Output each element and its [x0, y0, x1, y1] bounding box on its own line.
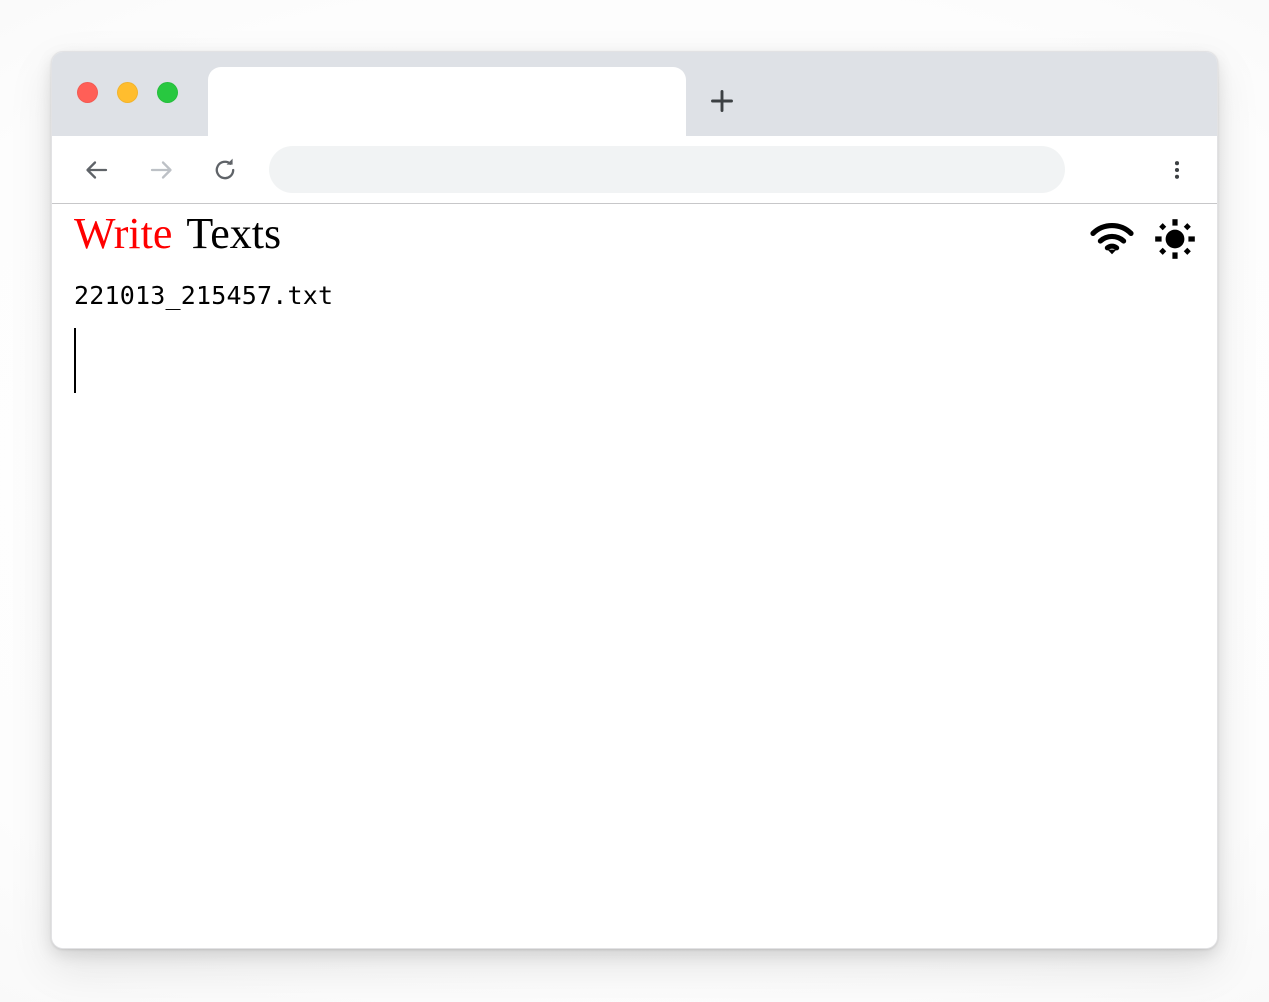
new-tab-button[interactable] — [700, 79, 744, 123]
wifi-icon[interactable] — [1090, 222, 1134, 256]
plus-icon — [711, 90, 733, 112]
app-title: Write Texts — [74, 212, 281, 256]
back-button[interactable] — [74, 147, 120, 193]
minimize-window-button[interactable] — [117, 82, 138, 103]
arrow-left-icon — [86, 160, 108, 179]
browser-window: Write Texts 221013_215457.txt — [51, 51, 1218, 949]
app-title-write: Write — [74, 209, 173, 258]
file-name-label: 221013_215457.txt — [74, 281, 334, 310]
address-bar[interactable] — [269, 146, 1065, 193]
browser-menu-button[interactable] — [1157, 150, 1197, 190]
browser-toolbar — [52, 136, 1217, 204]
page-content: Write Texts 221013_215457.txt — [52, 204, 1217, 948]
text-cursor — [74, 328, 76, 393]
window-controls — [77, 82, 178, 103]
brightness-icon[interactable] — [1154, 218, 1196, 260]
text-editor-area[interactable] — [74, 328, 1217, 948]
forward-button[interactable] — [138, 147, 184, 193]
reload-icon — [215, 158, 235, 179]
more-vertical-icon — [1174, 160, 1180, 179]
app-title-texts: Texts — [186, 209, 282, 258]
maximize-window-button[interactable] — [157, 82, 178, 103]
reload-button[interactable] — [202, 147, 248, 193]
arrow-right-icon — [150, 160, 172, 179]
tab-bar — [52, 52, 1217, 136]
close-window-button[interactable] — [77, 82, 98, 103]
browser-tab[interactable] — [208, 67, 686, 136]
status-icon-group — [1090, 218, 1196, 260]
